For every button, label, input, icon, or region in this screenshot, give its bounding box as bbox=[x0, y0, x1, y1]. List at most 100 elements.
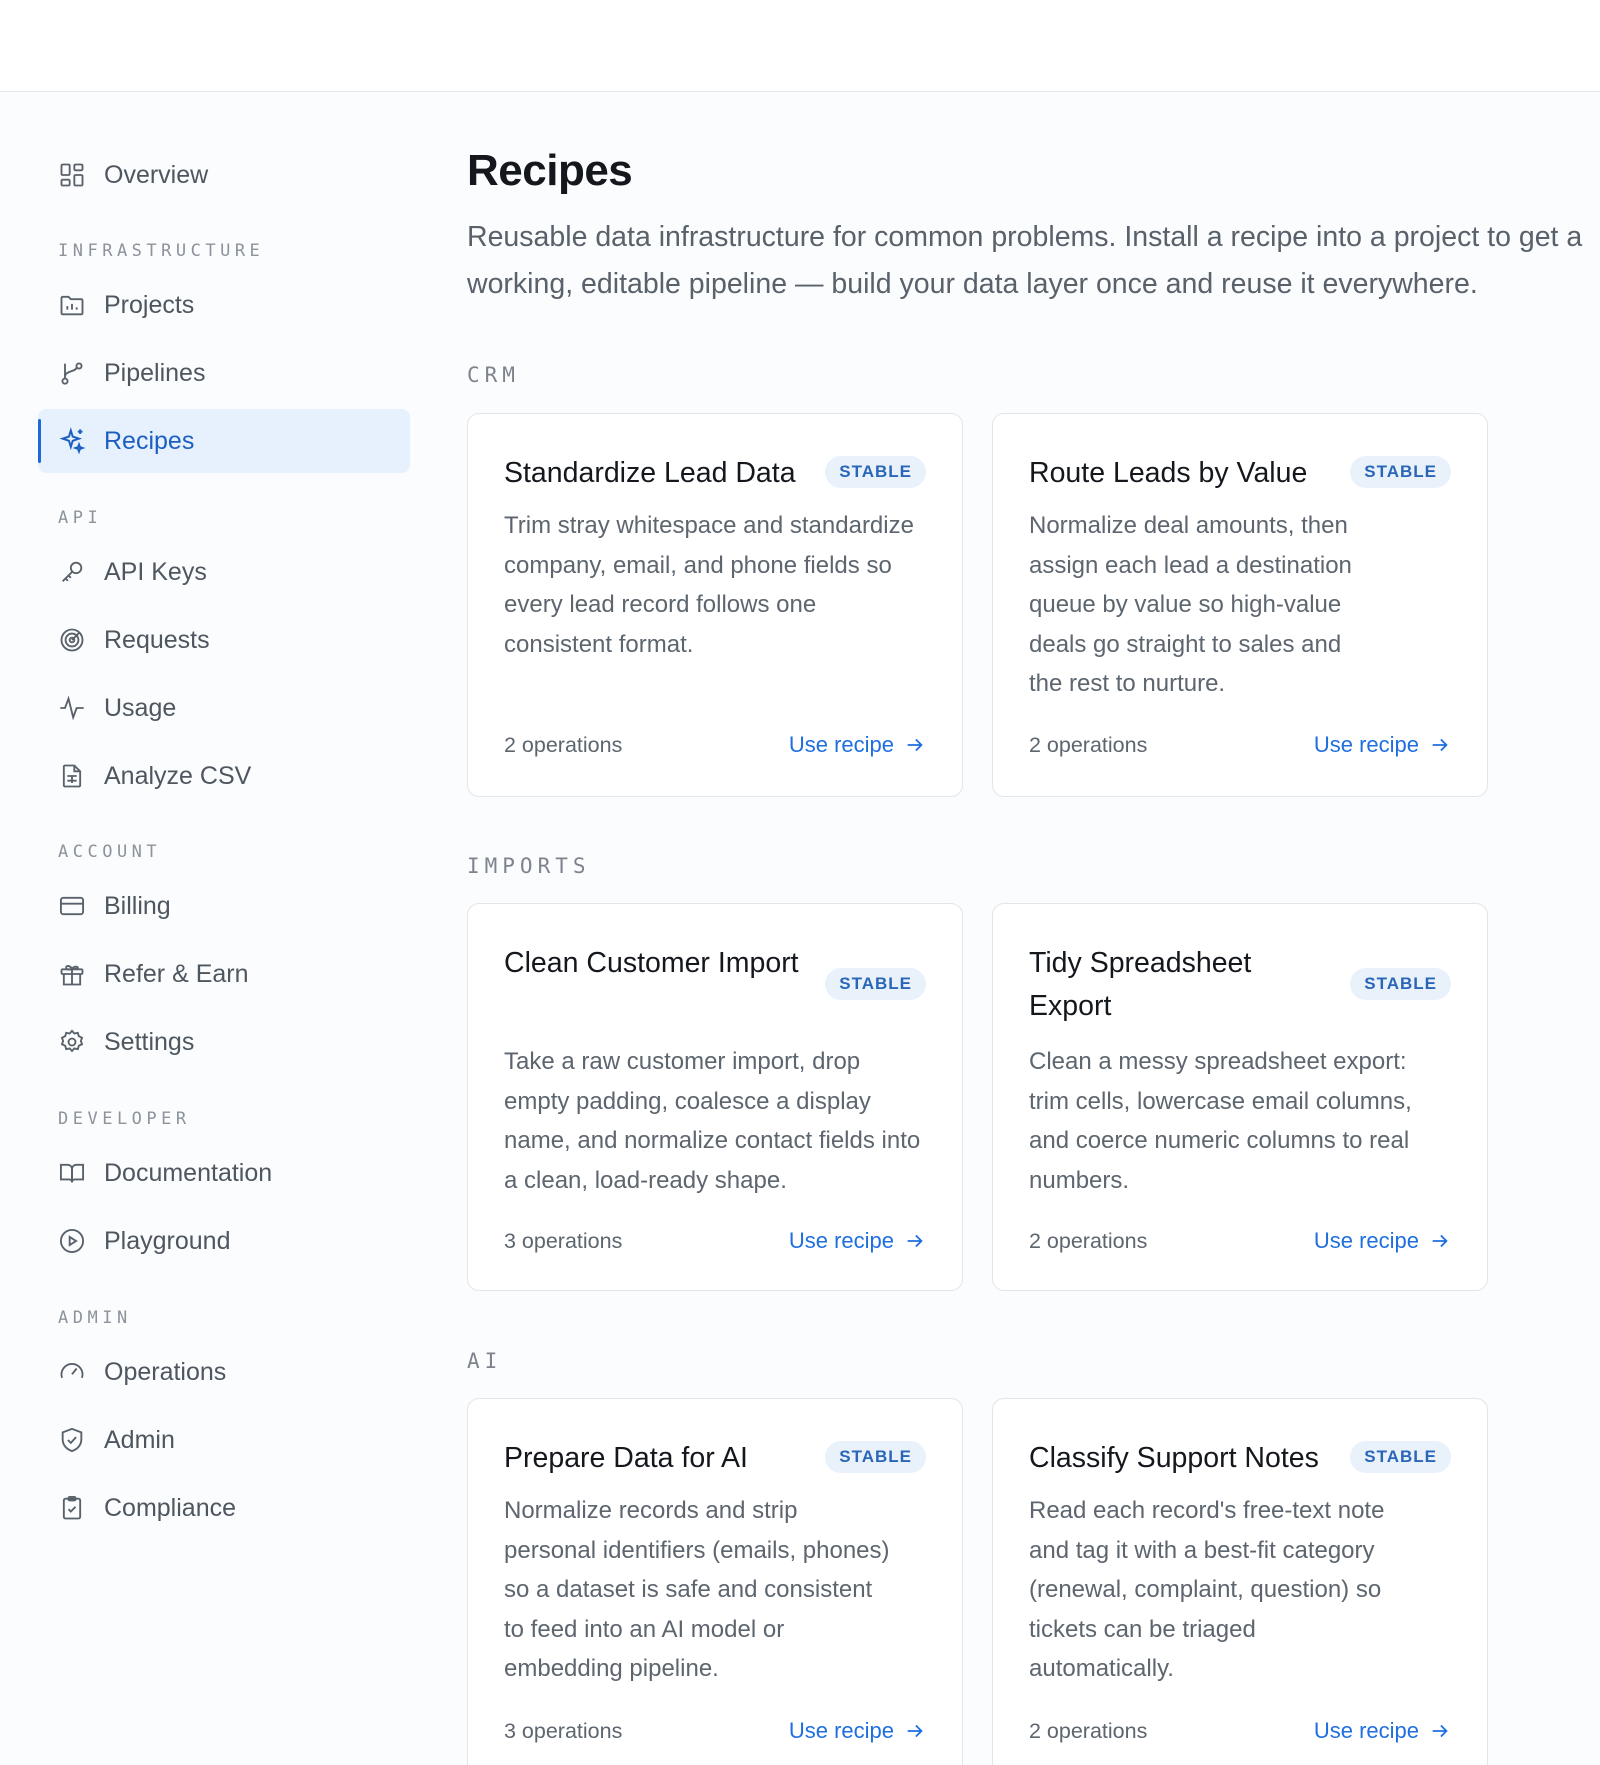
sidebar-item-label: Billing bbox=[104, 891, 171, 920]
card-title: Route Leads by Value bbox=[1029, 457, 1308, 489]
radar-icon bbox=[58, 626, 86, 654]
sidebar-item-usage[interactable]: Usage bbox=[38, 676, 410, 740]
section-api: API bbox=[58, 508, 103, 528]
sidebar-item-pipelines[interactable]: Pipelines bbox=[38, 341, 410, 405]
folder-chart-icon bbox=[58, 291, 86, 319]
sidebar-item-label: Settings bbox=[104, 1027, 195, 1056]
key-icon bbox=[58, 558, 86, 586]
sidebar-item-compliance[interactable]: Compliance bbox=[38, 1476, 410, 1540]
recipe-card: Route Leads by Value STABLE Normalize de… bbox=[992, 413, 1488, 797]
operations-count: 2 operations bbox=[1029, 1229, 1148, 1253]
operations-count: 2 operations bbox=[1029, 1719, 1148, 1743]
operations-count: 2 operations bbox=[504, 733, 623, 757]
grid-icon bbox=[58, 161, 86, 189]
recipe-card: Clean Customer Import STABLE Take a raw … bbox=[467, 903, 963, 1291]
recipe-card: Prepare Data for AI STABLE Normalize rec… bbox=[467, 1398, 963, 1765]
sidebar-item-label: Requests bbox=[104, 625, 210, 654]
recipe-card: Standardize Lead Data STABLE Trim stray … bbox=[467, 413, 963, 797]
use-recipe-label: Use recipe bbox=[1313, 1718, 1419, 1743]
sidebar-item-analyze-csv[interactable]: Analyze CSV bbox=[38, 744, 410, 808]
sidebar-item-label: Projects bbox=[104, 290, 195, 319]
activity-icon bbox=[58, 694, 86, 722]
use-recipe-button[interactable]: Use recipe bbox=[789, 732, 926, 758]
arrow-right-icon bbox=[907, 1234, 923, 1248]
use-recipe-button[interactable]: Use recipe bbox=[1314, 732, 1451, 758]
card-title: Standardize Lead Data bbox=[504, 457, 796, 489]
card-title: Prepare Data for AI bbox=[504, 1442, 748, 1474]
arrow-right-icon bbox=[1432, 738, 1448, 752]
operations-count: 2 operations bbox=[1029, 733, 1148, 757]
use-recipe-label: Use recipe bbox=[788, 1718, 894, 1743]
use-recipe-label: Use recipe bbox=[788, 1228, 894, 1253]
sidebar-item-label: Operations bbox=[104, 1357, 227, 1386]
page-title: Recipes bbox=[467, 146, 633, 195]
card-description: Trim stray whitespace and standardize co… bbox=[504, 512, 914, 658]
use-recipe-button[interactable]: Use recipe bbox=[1314, 1718, 1451, 1744]
sidebar-item-label: API Keys bbox=[104, 557, 207, 586]
section-label-ai: AI bbox=[467, 1349, 503, 1373]
sidebar-item-label: Overview bbox=[104, 160, 209, 189]
card-description: Read each record's free-text note and ta… bbox=[1029, 1497, 1385, 1682]
use-recipe-label: Use recipe bbox=[788, 732, 894, 757]
sidebar-item-overview[interactable]: Overview bbox=[38, 143, 410, 207]
sidebar-item-label: Documentation bbox=[104, 1158, 273, 1187]
card-title: Clean Customer Import bbox=[504, 947, 799, 979]
git-branch-icon bbox=[58, 359, 86, 387]
card-description: Normalize deal amounts, then assign each… bbox=[1029, 512, 1352, 697]
sidebar-item-operations[interactable]: Operations bbox=[38, 1340, 410, 1404]
sidebar: Overview INFRASTRUCTURE Projects Pipelin… bbox=[0, 92, 440, 1765]
status-badge: STABLE bbox=[825, 456, 926, 488]
sidebar-item-projects[interactable]: Projects bbox=[38, 273, 410, 337]
gauge-icon bbox=[58, 1358, 86, 1386]
page-description: Reusable data infrastructure for common … bbox=[467, 221, 1583, 300]
use-recipe-button[interactable]: Use recipe bbox=[789, 1718, 926, 1744]
card-title: Tidy Spreadsheet Export bbox=[1029, 947, 1252, 1022]
use-recipe-label: Use recipe bbox=[1313, 1228, 1419, 1253]
status-badge: STABLE bbox=[825, 1441, 926, 1473]
card-description: Take a raw customer import, drop empty p… bbox=[504, 1048, 921, 1194]
sidebar-item-label: Recipes bbox=[104, 426, 195, 455]
sidebar-item-recipes[interactable]: Recipes bbox=[38, 409, 410, 473]
section-label-imports: IMPORTS bbox=[467, 854, 591, 878]
arrow-right-icon bbox=[907, 738, 923, 752]
file-spreadsheet-icon bbox=[58, 762, 86, 790]
status-badge: STABLE bbox=[1350, 1441, 1451, 1473]
section-infrastructure: INFRASTRUCTURE bbox=[58, 241, 265, 261]
sidebar-item-label: Admin bbox=[104, 1425, 175, 1454]
section-label-crm: CRM bbox=[467, 363, 520, 387]
sidebar-item-requests[interactable]: Requests bbox=[38, 608, 410, 672]
status-badge: STABLE bbox=[825, 968, 926, 1000]
arrow-right-icon bbox=[1432, 1234, 1448, 1248]
sidebar-item-billing[interactable]: Billing bbox=[38, 874, 410, 938]
recipe-card: Classify Support Notes STABLE Read each … bbox=[992, 1398, 1488, 1765]
status-badge: STABLE bbox=[1350, 456, 1451, 488]
credit-card-icon bbox=[58, 892, 86, 920]
gift-icon bbox=[58, 960, 86, 988]
sidebar-item-label: Analyze CSV bbox=[104, 761, 252, 790]
card-description: Clean a messy spreadsheet export: trim c… bbox=[1029, 1048, 1412, 1194]
sidebar-item-settings[interactable]: Settings bbox=[38, 1010, 410, 1074]
play-circle-icon bbox=[58, 1227, 86, 1255]
sidebar-item-playground[interactable]: Playground bbox=[38, 1209, 410, 1273]
sidebar-item-refer-earn[interactable]: Refer & Earn bbox=[38, 942, 410, 1006]
top-bar bbox=[0, 0, 1600, 92]
sidebar-item-api-keys[interactable]: API Keys bbox=[38, 540, 410, 604]
clipboard-check-icon bbox=[58, 1494, 86, 1522]
sidebar-item-label: Playground bbox=[104, 1226, 231, 1255]
card-title: Classify Support Notes bbox=[1029, 1442, 1319, 1474]
sparkles-icon bbox=[58, 427, 86, 455]
section-developer: DEVELOPER bbox=[58, 1109, 191, 1129]
use-recipe-button[interactable]: Use recipe bbox=[789, 1228, 926, 1254]
sidebar-item-admin[interactable]: Admin bbox=[38, 1408, 410, 1472]
sidebar-item-documentation[interactable]: Documentation bbox=[38, 1141, 410, 1205]
section-admin: ADMIN bbox=[58, 1308, 132, 1328]
sidebar-item-label: Pipelines bbox=[104, 358, 206, 387]
operations-count: 3 operations bbox=[504, 1229, 623, 1253]
shield-check-icon bbox=[58, 1426, 86, 1454]
book-open-icon bbox=[58, 1159, 86, 1187]
gear-icon bbox=[58, 1028, 86, 1056]
use-recipe-button[interactable]: Use recipe bbox=[1314, 1228, 1451, 1254]
recipe-card: Tidy Spreadsheet Export STABLE Clean a m… bbox=[992, 903, 1488, 1291]
arrow-right-icon bbox=[1432, 1724, 1448, 1738]
operations-count: 3 operations bbox=[504, 1719, 623, 1743]
